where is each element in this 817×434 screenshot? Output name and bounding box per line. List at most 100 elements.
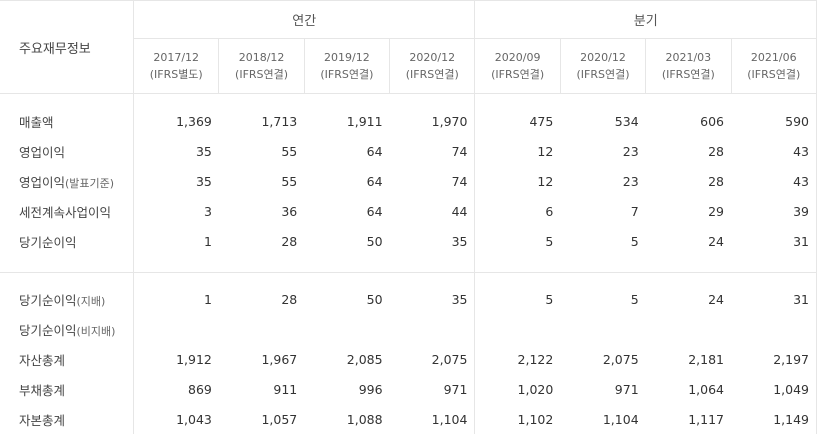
spacer-cell <box>134 94 219 107</box>
value-cell: 1 <box>203 233 212 249</box>
group-annual: 연간 <box>133 0 476 39</box>
period-header: 2021/06 (IFRS연결) <box>730 38 817 94</box>
table-row: 당기순이익 1 28 50 35 5 5 24 31 <box>0 226 817 256</box>
spacer-cell <box>134 273 219 285</box>
value-cell: 28 <box>281 291 298 307</box>
value-cell <box>646 314 731 344</box>
row-label-text: 당기순이익 <box>19 292 77 308</box>
row-label: 부채총계 <box>0 374 135 404</box>
table-row: 당기순이익(비지배) <box>0 314 817 344</box>
row-label-qualifier: (지배) <box>76 294 106 308</box>
period-basis: (IFRS연결) <box>320 68 374 81</box>
row-label: 세전계속사업이익 <box>0 196 135 226</box>
value-cell: 35 <box>389 226 476 256</box>
value-cell: 1 <box>203 291 212 307</box>
value-cell: 2,122 <box>517 351 554 367</box>
period-date: 2018/12 <box>238 51 285 64</box>
value-cell: 3 <box>203 203 212 219</box>
period-basis: (IFRS연결) <box>235 68 289 81</box>
period-basis: (IFRS별도) <box>149 68 203 81</box>
value-cell: 911 <box>273 381 298 397</box>
period-header: 2020/12 (IFRS연결) <box>559 38 646 94</box>
value-cell: 1,912 <box>176 351 212 367</box>
spacer-cell <box>0 93 135 106</box>
value-cell: 24 <box>708 233 724 249</box>
value-cell <box>475 314 560 344</box>
value-cell: 31 <box>731 226 817 256</box>
value-cell: 28 <box>281 233 298 249</box>
value-cell: 2,075 <box>602 351 639 367</box>
row-label: 당기순이익(지배) <box>0 284 135 314</box>
table-row: 자산총계 1,912 1,967 2,085 2,075 2,122 2,075 2,181 2… <box>0 344 817 374</box>
spacer-cell <box>474 256 561 273</box>
row-label-text: 자산총계 <box>19 352 66 368</box>
period-basis: (IFRS연결) <box>491 68 545 81</box>
period-date: 2020/09 <box>494 51 541 64</box>
value-cell: 2,197 <box>731 344 817 374</box>
value-cell: 1,064 <box>688 381 724 397</box>
group-quarterly: 분기 <box>474 0 817 39</box>
row-label: 영업이익 <box>0 136 135 166</box>
corner-label: 주요재무정보 <box>0 0 135 94</box>
spacer-cell <box>304 273 389 285</box>
value-cell: 31 <box>731 284 817 314</box>
value-cell <box>219 314 304 344</box>
value-cell: 1,149 <box>731 404 817 434</box>
value-cell: 28 <box>708 143 724 159</box>
value-cell: 24 <box>708 291 724 307</box>
spacer-cell <box>475 94 560 107</box>
value-cell: 28 <box>708 173 724 189</box>
value-cell: 1,102 <box>517 411 554 427</box>
period-basis: (IFRS연결) <box>661 68 715 81</box>
row-label-text: 영업이익 <box>19 174 66 190</box>
financial-summary-table: 주요재무정보 연간 분기 2017/12 (IFRS별도) 2018/12 (IFR… <box>0 0 817 434</box>
spacer-cell <box>560 273 645 285</box>
row-label-qualifier: (발표기준) <box>65 176 115 190</box>
value-cell: 1,117 <box>688 411 724 427</box>
value-cell: 43 <box>731 166 817 196</box>
value-cell: 64 <box>366 173 383 189</box>
value-cell: 6 <box>545 203 554 219</box>
row-label: 매출액 <box>0 106 135 136</box>
row-label: 영업이익(발표기준) <box>0 166 135 196</box>
period-basis: (IFRS연결) <box>747 68 801 81</box>
period-header: 2021/03 (IFRS연결) <box>645 38 731 94</box>
value-cell: 5 <box>545 291 554 307</box>
value-cell: 43 <box>731 136 817 166</box>
value-cell: 50 <box>366 233 383 249</box>
spacer-row <box>0 256 817 273</box>
value-cell: 35 <box>389 284 476 314</box>
table-row: 부채총계 869 911 996 971 1,020 971 1,064 1,049 <box>0 374 817 404</box>
period-basis: (IFRS연결) <box>405 68 459 81</box>
value-cell: 35 <box>195 173 212 189</box>
row-label-qualifier: (비지배) <box>76 324 116 338</box>
value-cell <box>134 314 219 344</box>
spacer-cell <box>731 256 817 273</box>
table-row: 자본총계 1,043 1,057 1,088 1,104 1,102 1,104 1,117 1… <box>0 404 817 434</box>
row-label-text: 매출액 <box>19 114 54 130</box>
value-cell: 869 <box>188 381 212 397</box>
value-cell: 590 <box>731 106 817 136</box>
value-cell: 606 <box>700 113 724 129</box>
row-label-text: 세전계속사업이익 <box>19 204 112 220</box>
value-cell: 2,085 <box>346 351 383 367</box>
row-label-text: 당기순이익 <box>19 322 77 338</box>
value-cell: 5 <box>630 233 639 249</box>
spacer-cell <box>133 256 219 273</box>
spacer-cell <box>560 94 645 107</box>
period-date: 2017/12 <box>153 51 200 64</box>
spacer-cell <box>646 273 731 285</box>
period-date: 2019/12 <box>324 51 370 64</box>
row-label-text: 부채총계 <box>19 382 66 398</box>
value-cell: 64 <box>366 143 383 159</box>
value-cell: 1,970 <box>389 106 476 136</box>
value-cell: 1,104 <box>602 411 639 427</box>
value-cell: 534 <box>614 113 639 129</box>
table-row: 당기순이익(지배) 1 28 50 35 5 5 24 31 <box>0 284 817 314</box>
value-cell: 12 <box>537 143 554 159</box>
spacer-cell <box>304 256 390 273</box>
period-header: 2018/12 (IFRS연결) <box>218 38 305 94</box>
value-cell: 36 <box>281 203 298 219</box>
period-header: 2019/12 (IFRS연결) <box>303 38 390 94</box>
value-cell: 74 <box>389 136 476 166</box>
